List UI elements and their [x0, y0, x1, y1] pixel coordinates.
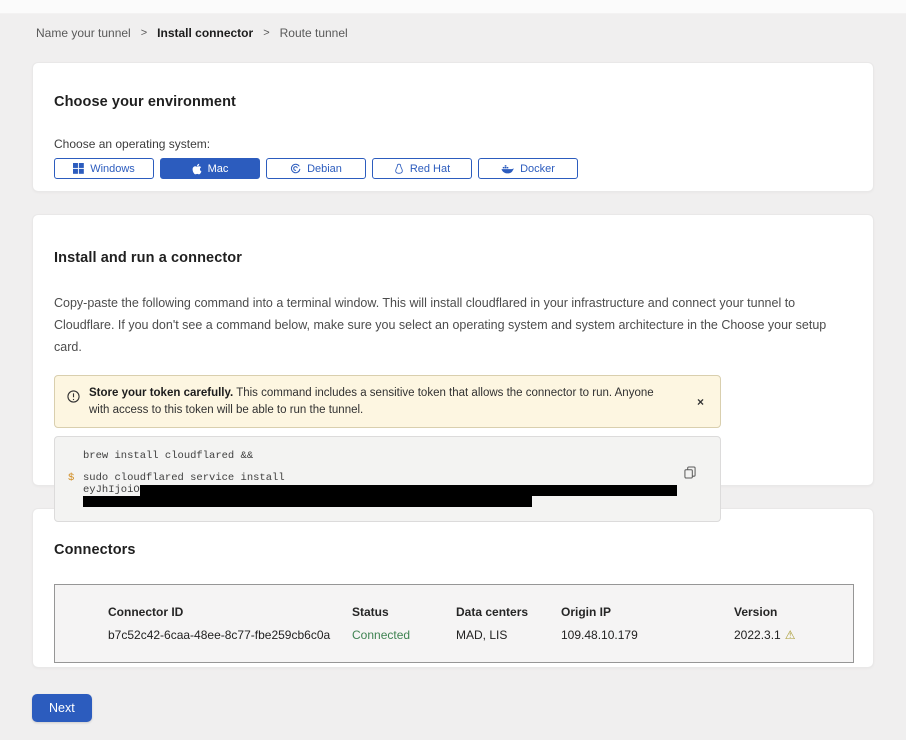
col-header-status: Status — [352, 605, 456, 619]
code-line-token: eyJhIjoiO — [55, 484, 720, 496]
breadcrumb-separator: > — [141, 27, 147, 39]
info-icon — [67, 390, 80, 408]
code-line-brew: brew install cloudflared && — [55, 450, 720, 462]
connectors-card-title: Connectors — [54, 542, 852, 558]
col-header-origin-ip: Origin IP — [561, 605, 734, 619]
connector-id-value: b7c52c42-6caa-48ee-8c77-fbe259cb6c0a — [108, 628, 352, 642]
token-prefix: eyJhIjoiO — [83, 484, 140, 496]
shell-prompt: $ — [68, 472, 83, 484]
connectors-table-header: Connector ID Status Data centers Origin … — [55, 605, 853, 619]
token-warning-bold: Store your token carefully. — [89, 387, 233, 399]
connectors-card: Connectors Connector ID Status Data cent… — [32, 508, 874, 668]
redhat-logo-icon — [394, 163, 404, 175]
environment-card: Choose your environment Choose an operat… — [32, 62, 874, 192]
token-warning-text: Store your token carefully. This command… — [89, 385, 684, 418]
os-button-debian[interactable]: Debian — [266, 158, 366, 179]
install-description: Copy-paste the following command into a … — [54, 292, 850, 358]
breadcrumb: Name your tunnel > Install connector > R… — [0, 14, 906, 40]
version-number: 2022.3.1 — [734, 628, 781, 642]
apple-logo-icon — [192, 163, 202, 175]
install-connector-card: Install and run a connector Copy-paste t… — [32, 214, 874, 486]
redacted-token-bar — [83, 496, 532, 507]
os-button-label: Docker — [520, 163, 555, 175]
redacted-token-bar — [140, 485, 677, 496]
breadcrumb-route-tunnel[interactable]: Route tunnel — [280, 26, 348, 40]
os-button-redhat[interactable]: Red Hat — [372, 158, 472, 179]
os-button-label: Red Hat — [410, 163, 450, 175]
environment-card-title: Choose your environment — [54, 94, 852, 110]
origin-ip-value: 109.48.10.179 — [561, 628, 734, 642]
windows-logo-icon — [73, 163, 84, 174]
col-header-connector-id: Connector ID — [108, 605, 352, 619]
install-card-title: Install and run a connector — [54, 250, 852, 266]
copy-icon[interactable] — [684, 466, 696, 483]
code-command-text: sudo cloudflared service install — [83, 472, 285, 484]
code-line-command: $ sudo cloudflared service install — [55, 472, 720, 484]
breadcrumb-separator: > — [263, 27, 269, 39]
version-value: 2022.3.1 ⚠ — [734, 628, 853, 642]
breadcrumb-install-connector[interactable]: Install connector — [157, 26, 253, 40]
breadcrumb-name-your-tunnel[interactable]: Name your tunnel — [36, 26, 131, 40]
connectors-table: Connector ID Status Data centers Origin … — [54, 584, 854, 663]
next-button[interactable]: Next — [32, 694, 92, 722]
data-centers-value: MAD, LIS — [456, 628, 561, 642]
debian-logo-icon — [290, 163, 301, 174]
col-header-version: Version — [734, 605, 853, 619]
table-row: b7c52c42-6caa-48ee-8c77-fbe259cb6c0a Con… — [55, 628, 853, 642]
docker-logo-icon — [501, 163, 514, 174]
os-button-mac[interactable]: Mac — [160, 158, 260, 179]
token-warning-banner: Store your token carefully. This command… — [54, 375, 721, 428]
status-badge: Connected — [352, 628, 456, 642]
install-command-code-block: brew install cloudflared && $ sudo cloud… — [54, 436, 721, 522]
close-icon[interactable]: × — [693, 395, 708, 409]
os-button-docker[interactable]: Docker — [478, 158, 578, 179]
col-header-data-centers: Data centers — [456, 605, 561, 619]
warning-triangle-icon: ⚠ — [785, 628, 796, 642]
os-button-windows[interactable]: Windows — [54, 158, 154, 179]
os-button-label: Windows — [90, 163, 135, 175]
os-button-group: Windows Mac Debian Red Hat Docker — [54, 158, 852, 179]
os-button-label: Debian — [307, 163, 342, 175]
top-divider — [0, 0, 906, 14]
os-select-label: Choose an operating system: — [54, 137, 852, 151]
os-button-label: Mac — [208, 163, 229, 175]
